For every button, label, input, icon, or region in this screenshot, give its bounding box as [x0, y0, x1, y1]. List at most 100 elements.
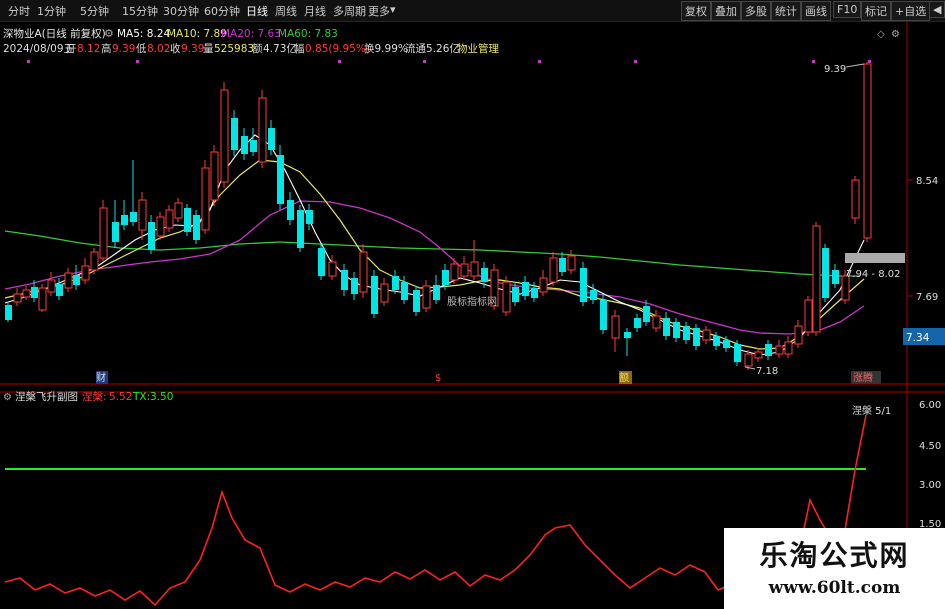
tab-3[interactable]: 15分钟 — [122, 3, 158, 19]
candle-body — [804, 299, 813, 333]
toolbar-button-5[interactable]: F10 — [833, 1, 862, 18]
candle-body — [90, 251, 99, 271]
candle-body — [580, 268, 587, 302]
candle-body — [784, 341, 793, 355]
ma10-line — [4, 159, 865, 350]
candle-body — [433, 285, 440, 300]
candle-body — [64, 272, 73, 289]
candle-body — [121, 215, 128, 225]
tab-1[interactable]: 1分钟 — [37, 3, 66, 19]
quote-open-key: 开 — [66, 43, 77, 55]
indicator-gear-icon[interactable]: ⚙ — [3, 392, 12, 403]
candle-body — [174, 202, 183, 219]
watermark-url: www.60lt.com — [768, 578, 901, 598]
candle-body — [734, 344, 741, 362]
quote-line: 2024/08/09五 开 8.12 高 9.39 低 8.02 收 9.39 … — [3, 42, 499, 55]
candle-body — [22, 289, 31, 298]
tab-7[interactable]: 周线 — [275, 3, 297, 19]
quote-date: 2024/08/09五 — [3, 43, 74, 55]
candle-body — [470, 261, 479, 277]
candle-body — [442, 270, 449, 285]
quote-industry: 物业管理 — [457, 42, 499, 55]
toolbar-button-3[interactable]: 统计 — [771, 1, 801, 21]
site-watermark: 乐淘公式网 www.60lt.com — [724, 528, 945, 609]
candle-body — [683, 326, 690, 340]
quote-amt: 4.73亿 — [263, 42, 297, 55]
quote-low-key: 低 — [136, 42, 147, 55]
quote-amt-key: 额 — [252, 42, 263, 55]
candle-body — [744, 353, 753, 367]
marker-3: 额 — [619, 371, 629, 384]
candle-body — [765, 344, 772, 356]
quote-chg: 0.85(9.95%) — [305, 43, 370, 55]
candle-body — [258, 97, 267, 163]
tab-10[interactable]: 更多 — [368, 3, 390, 19]
quote-float: 流通5.26亿 — [405, 42, 460, 55]
candle-body — [241, 136, 248, 154]
candle-body — [318, 248, 325, 276]
candle-body — [287, 200, 294, 220]
candle-body — [81, 265, 90, 281]
toolbar-button-2[interactable]: 多股 — [741, 1, 771, 21]
toolbar-button-1[interactable]: 叠加 — [711, 1, 741, 21]
ma5-line — [4, 134, 865, 356]
quote-turnover: 换9.99% — [364, 42, 408, 55]
candle-body — [624, 332, 631, 338]
toolbar-button-4[interactable]: 画线 — [801, 1, 831, 21]
candle-body — [220, 89, 229, 183]
ma10-label: MA10: 7.89 — [167, 28, 227, 40]
ma-gear-icon[interactable]: ⚙ — [104, 27, 114, 40]
candle-body — [863, 63, 872, 239]
tab-6[interactable]: 日线 — [246, 3, 268, 19]
period-toolbar: 分时 1分钟 5分钟 15分钟 30分钟 60分钟 日线 周线 月线 多周期 更多 ▾ 复权 叠加 多股 统计… — [0, 0, 945, 22]
candle-body — [652, 315, 661, 329]
marker-1: 财 — [96, 371, 106, 384]
tab-9[interactable]: 多周期 — [333, 3, 366, 19]
candle-body — [268, 128, 275, 150]
candle-body — [567, 255, 576, 271]
candle-body — [156, 216, 165, 237]
toolbar-button-6[interactable]: 标记 — [861, 1, 891, 21]
gear-icon[interactable]: ⚙ — [891, 29, 900, 40]
candle-body — [723, 340, 730, 348]
quote-chg-key: 幅 — [294, 42, 305, 55]
toolbar-button-7[interactable]: +自选 — [891, 1, 931, 21]
toolbar-button-0[interactable]: 复权 — [681, 1, 711, 21]
candle-body — [130, 212, 137, 222]
range-bar — [845, 253, 905, 263]
quote-high: 9.39 — [112, 43, 135, 55]
candle-body — [328, 261, 337, 277]
marker-4: 涨腾 — [853, 371, 873, 384]
candle-body — [112, 222, 119, 242]
candle-body — [380, 283, 389, 303]
candle-body — [590, 290, 597, 300]
indicator-tick-2: 4.50 — [919, 441, 941, 452]
candle-body — [47, 279, 56, 293]
candle-body — [673, 322, 680, 338]
candle-body — [634, 318, 641, 328]
tab-2[interactable]: 5分钟 — [80, 3, 109, 19]
candle-body — [481, 268, 488, 282]
candle-body — [754, 351, 763, 359]
price-tick-1: 8.54 — [916, 176, 938, 187]
event-dots — [27, 60, 871, 63]
candle-body — [460, 263, 469, 277]
range-label: 7.94 - 8.02 — [846, 269, 901, 280]
tab-5[interactable]: 60分钟 — [204, 3, 240, 19]
diamond-icon[interactable]: ◇ — [877, 29, 885, 40]
quote-close-key: 收 — [170, 42, 181, 55]
candle-body — [148, 222, 155, 250]
more-chevron-icon[interactable]: ▾ — [390, 3, 396, 16]
tab-0[interactable]: 分时 — [8, 3, 30, 19]
indicator-name: 涅槃飞升副图 — [15, 390, 78, 403]
candle-body — [832, 270, 839, 284]
tab-4[interactable]: 30分钟 — [163, 3, 199, 19]
candle-body — [401, 282, 408, 300]
candle-body — [138, 199, 147, 231]
toolbar-button-8[interactable]: ◀ — [929, 1, 945, 18]
indicator-a-key: 涅槃: — [82, 390, 107, 403]
kline-chart[interactable]: 深物业A(日线 前复权) ⚙ MA5: 8.24 MA10: 7.89 MA20… — [0, 22, 945, 609]
watermark-title: 乐淘公式网 — [759, 539, 910, 572]
candles — [5, 62, 872, 370]
tab-8[interactable]: 月线 — [304, 3, 326, 19]
